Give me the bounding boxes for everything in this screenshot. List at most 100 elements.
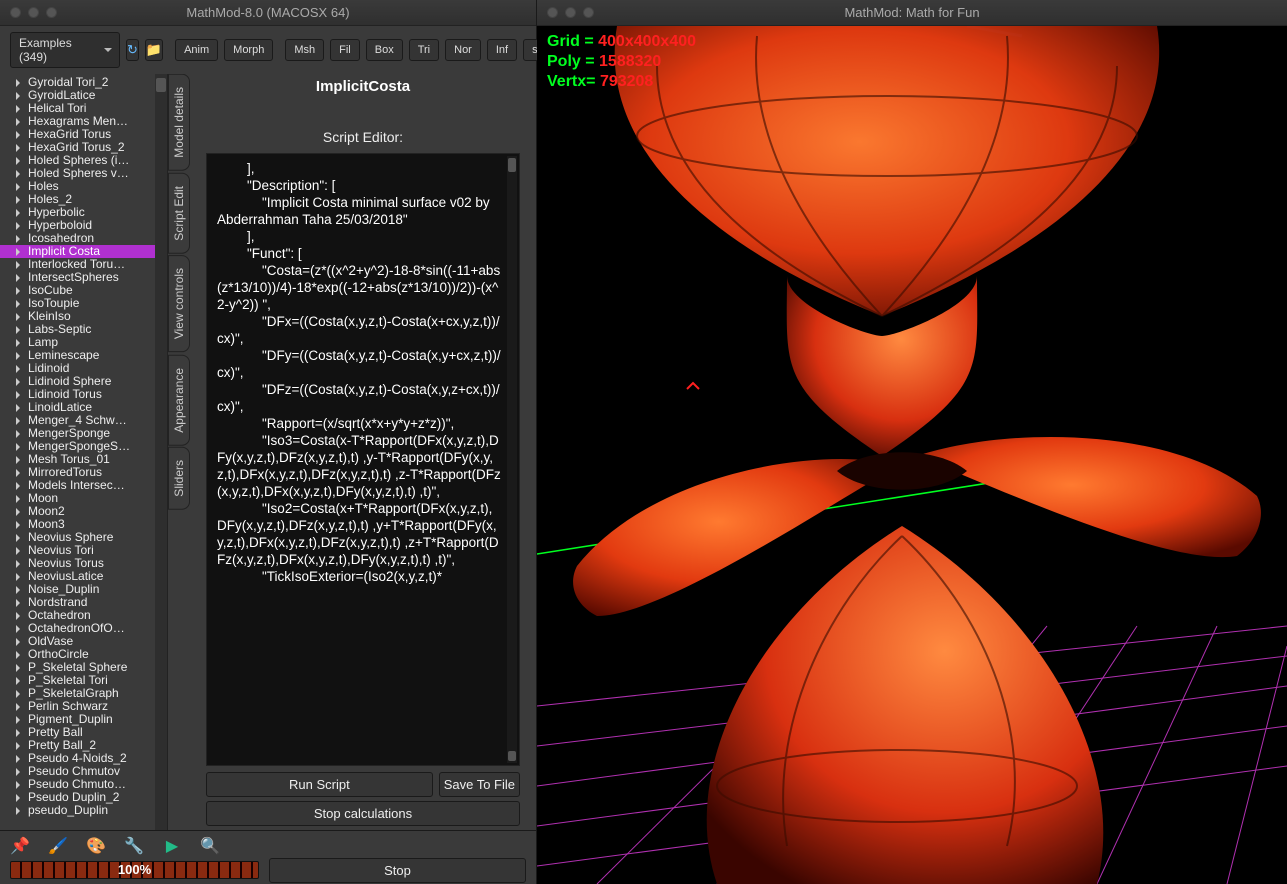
tree-item[interactable]: Models Intersec… — [0, 479, 167, 492]
tree-item[interactable]: Pigment_Duplin — [0, 713, 167, 726]
tree-item[interactable]: KleinIso — [0, 310, 167, 323]
tree-item[interactable]: Noise_Duplin — [0, 583, 167, 596]
tree-item[interactable]: Pseudo Chmuto… — [0, 778, 167, 791]
minimize-icon[interactable] — [565, 7, 576, 18]
tree-item[interactable]: Holed Spheres (i… — [0, 154, 167, 167]
tree-item[interactable]: Holes_2 — [0, 193, 167, 206]
tree-item[interactable]: OctahedronOfO… — [0, 622, 167, 635]
tri-button[interactable]: Tri — [409, 39, 439, 61]
tree-item[interactable]: OldVase — [0, 635, 167, 648]
refresh-icon[interactable]: ↻ — [126, 39, 139, 61]
palette-icon[interactable]: 🎨 — [86, 837, 106, 855]
folder-icon[interactable]: 📁 — [145, 39, 163, 61]
tree-item[interactable]: Hyperbolic — [0, 206, 167, 219]
tree-item[interactable]: HexaGrid Torus — [0, 128, 167, 141]
tree-item[interactable]: Leminescape — [0, 349, 167, 362]
tree-item[interactable]: Lidinoid — [0, 362, 167, 375]
tree-item[interactable]: IsoToupie — [0, 297, 167, 310]
opengl-viewport[interactable]: Grid = 400x400x400 Poly = 1588320 Vertx=… — [537, 26, 1287, 884]
right-titlebar: MathMod: Math for Fun — [537, 0, 1287, 26]
tree-item[interactable]: P_Skeletal Tori — [0, 674, 167, 687]
tree-item[interactable]: Hyperboloid — [0, 219, 167, 232]
tree-item[interactable]: Lidinoid Torus — [0, 388, 167, 401]
tab-sliders[interactable]: Sliders — [168, 447, 190, 510]
run-script-button[interactable]: Run Script — [206, 772, 433, 797]
script-text[interactable]: ], "Description": [ "Implicit Costa mini… — [217, 161, 501, 584]
tree-item[interactable]: NeoviusLatice — [0, 570, 167, 583]
tree-item[interactable]: Neovius Tori — [0, 544, 167, 557]
tree-item[interactable]: Nordstrand — [0, 596, 167, 609]
tree-item[interactable]: MengerSponge — [0, 427, 167, 440]
tree-item[interactable]: Moon2 — [0, 505, 167, 518]
minimize-icon[interactable] — [28, 7, 39, 18]
pin-icon[interactable]: 📌 — [10, 837, 30, 855]
tree-item[interactable]: OrthoCircle — [0, 648, 167, 661]
tree-item[interactable]: LinoidLatice — [0, 401, 167, 414]
tree-item[interactable]: pseudo_Duplin — [0, 804, 167, 817]
tab-model-details[interactable]: Model details — [168, 74, 190, 171]
tree-item[interactable]: GyroidLatice — [0, 89, 167, 102]
tree-item[interactable]: Pretty Ball_2 — [0, 739, 167, 752]
tree-item[interactable]: Menger_4 Schw… — [0, 414, 167, 427]
tree-item[interactable]: P_Skeletal Sphere — [0, 661, 167, 674]
tree-item[interactable]: Lidinoid Sphere — [0, 375, 167, 388]
tree-item[interactable]: Implicit Costa — [0, 245, 167, 258]
close-icon[interactable] — [10, 7, 21, 18]
tree-item[interactable]: MengerSpongeS… — [0, 440, 167, 453]
zoom-icon[interactable] — [46, 7, 57, 18]
window-controls-right — [537, 7, 594, 18]
editor-scrollbar[interactable] — [507, 156, 517, 763]
tree-item[interactable]: IntersectSpheres — [0, 271, 167, 284]
nor-button[interactable]: Nor — [445, 39, 481, 61]
tree-item[interactable]: HexaGrid Torus_2 — [0, 141, 167, 154]
tree-item[interactable]: Neovius Sphere — [0, 531, 167, 544]
save-to-file-button[interactable]: Save To File — [439, 772, 520, 797]
stop-button[interactable]: Stop — [269, 858, 526, 883]
tree-item[interactable]: Holed Spheres v… — [0, 167, 167, 180]
close-icon[interactable] — [547, 7, 558, 18]
stop-calculations-button[interactable]: Stop calculations — [206, 801, 520, 826]
tree-item[interactable]: Moon — [0, 492, 167, 505]
examples-dropdown[interactable]: Examples (349) — [10, 32, 120, 68]
tab-appearance[interactable]: Appearance — [168, 355, 190, 446]
model-title: ImplicitCosta — [200, 74, 526, 105]
fil-button[interactable]: Fil — [330, 39, 360, 61]
tree-item[interactable]: Perlin Schwarz — [0, 700, 167, 713]
tree-item[interactable]: P_SkeletalGraph — [0, 687, 167, 700]
tree-item[interactable]: Pseudo Duplin_2 — [0, 791, 167, 804]
tree-item[interactable]: Helical Tori — [0, 102, 167, 115]
wrench-icon[interactable]: 🔧 — [124, 837, 144, 855]
tree-item[interactable]: Labs-Septic — [0, 323, 167, 336]
tree-item[interactable]: Moon3 — [0, 518, 167, 531]
tree-item[interactable]: Holes — [0, 180, 167, 193]
msh-button[interactable]: Msh — [285, 39, 324, 61]
tree-item[interactable]: Pretty Ball — [0, 726, 167, 739]
tree-item[interactable]: Pseudo 4-Noids_2 — [0, 752, 167, 765]
tree-item[interactable]: Mesh Torus_01 — [0, 453, 167, 466]
script-editor[interactable]: ], "Description": [ "Implicit Costa mini… — [206, 153, 520, 766]
tree-item[interactable]: Octahedron — [0, 609, 167, 622]
tree-item[interactable]: Icosahedron — [0, 232, 167, 245]
tree-item[interactable]: Gyroidal Tori_2 — [0, 76, 167, 89]
morph-button[interactable]: Morph — [224, 39, 273, 61]
tree-item[interactable]: Pseudo Chmutov — [0, 765, 167, 778]
tab-view-controls[interactable]: View controls — [168, 255, 190, 352]
tree-item[interactable]: Interlocked Toru… — [0, 258, 167, 271]
tree-item[interactable]: MirroredTorus — [0, 466, 167, 479]
anim-button[interactable]: Anim — [175, 39, 218, 61]
poly-label: Poly = — [547, 53, 599, 70]
tree-scrollbar[interactable] — [155, 74, 167, 830]
inf-button[interactable]: Inf — [487, 39, 517, 61]
brush-icon[interactable]: 🖌️ — [48, 837, 68, 855]
search-icon[interactable]: 🔍 — [200, 837, 220, 855]
box-button[interactable]: Box — [366, 39, 403, 61]
tree-item[interactable]: Lamp — [0, 336, 167, 349]
tree-item[interactable]: Neovius Torus — [0, 557, 167, 570]
render-canvas[interactable] — [537, 26, 1287, 884]
tree-item[interactable]: IsoCube — [0, 284, 167, 297]
zoom-icon[interactable] — [583, 7, 594, 18]
tab-script-edit[interactable]: Script Edit — [168, 173, 190, 254]
play-icon[interactable]: ▶ — [162, 837, 182, 855]
model-tree[interactable]: Gyroidal Tori_2GyroidLaticeHelical ToriH… — [0, 74, 168, 830]
tree-item[interactable]: Hexagrams Men… — [0, 115, 167, 128]
